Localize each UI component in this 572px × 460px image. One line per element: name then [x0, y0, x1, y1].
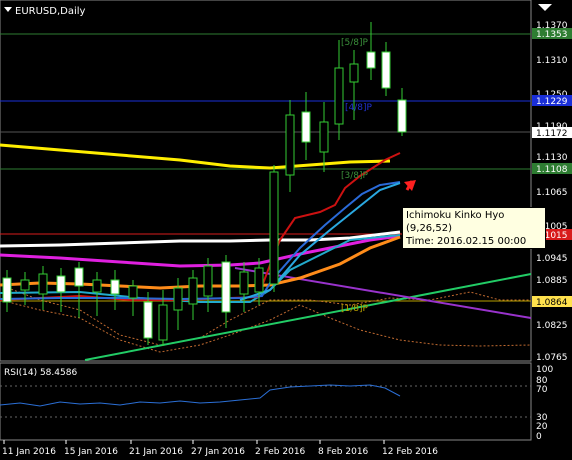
rsi-panel[interactable] [0, 362, 532, 441]
candle [110, 279, 120, 295]
price-axis: 1.1370 1.1310 1.1250 1.1190 1.1130 1.106… [536, 21, 568, 363]
candle [381, 51, 391, 89]
time-tick: 11 Jan 2016 [2, 447, 56, 457]
candle [38, 273, 48, 295]
candle [20, 279, 30, 291]
candle [56, 275, 66, 293]
time-tick: 27 Jan 2016 [191, 447, 245, 457]
price-badge-label: 1.1353 [536, 30, 568, 40]
price-badge-label: 1.1108 [536, 165, 568, 175]
rsi-axis: 100 80 70 30 20 0 [536, 365, 553, 442]
rsi-label: RSI(14) 58.4586 [4, 368, 77, 378]
candle [319, 121, 329, 153]
candle [285, 114, 295, 176]
price-tick: 1.0885 [536, 276, 568, 286]
candle [74, 267, 84, 287]
time-axis: 11 Jan 2016 15 Jan 2016 21 Jan 2016 27 J… [2, 440, 438, 457]
time-tick: 21 Jan 2016 [129, 447, 183, 457]
murrey-label: [1/8]P [341, 304, 369, 314]
rsi-tick: 100 [536, 365, 553, 375]
rsi-tick: 0 [536, 432, 542, 442]
murrey-label: [4/8]P [345, 103, 373, 113]
candle [203, 265, 213, 297]
price-badge-label: 1.0864 [536, 298, 568, 308]
price-tick: 1.1065 [536, 188, 568, 198]
candle [397, 99, 407, 133]
dropdown-triangle-icon[interactable] [538, 4, 552, 11]
price-tick: 1.1310 [536, 56, 568, 66]
candle [334, 67, 344, 125]
indicator-tooltip: Ichimoku Kinko Hyo (9,26,52) Time: 2016.… [402, 207, 546, 260]
candle [366, 51, 376, 69]
symbol-header[interactable]: EURUSD,Daily [4, 6, 86, 17]
main-chart-area[interactable] [0, 0, 532, 362]
candle [128, 285, 138, 299]
candle [254, 267, 264, 293]
candle [221, 261, 231, 313]
murrey-label: [5/8]P [341, 38, 369, 48]
candle [349, 63, 359, 83]
tooltip-time: Time: 2016.02.15 00:00 [406, 236, 527, 247]
rsi-tick: 70 [536, 385, 548, 395]
candle [92, 279, 102, 293]
time-tick: 2 Feb 2016 [255, 447, 306, 457]
symbol-title: EURUSD,Daily [15, 6, 86, 17]
rsi-tick: 20 [536, 422, 548, 432]
candle [158, 304, 168, 341]
candle [301, 111, 311, 143]
candle [188, 277, 198, 305]
time-tick: 8 Feb 2016 [318, 447, 369, 457]
candle [2, 277, 12, 303]
candle [173, 287, 183, 311]
chart-window[interactable]: [5/8]P [4/8]P [3/8]P [1/8]P EURUSD,Daily… [0, 0, 572, 460]
murrey-label: [3/8]P [341, 171, 369, 181]
candle [269, 171, 279, 285]
tooltip-value: Kijun-sen: 1.1076 [406, 249, 494, 260]
candle [143, 301, 153, 339]
price-badge-label: 1.1172 [536, 129, 568, 139]
price-tick: 1.0765 [536, 353, 568, 363]
price-badges: 1.1353 1.1229 1.1172 1.1108 1.1015 1.086… [532, 28, 572, 308]
time-tick: 12 Feb 2016 [382, 447, 438, 457]
price-tick: 1.1130 [536, 153, 568, 163]
tooltip-indicator-name: Ichimoku Kinko Hyo (9,26,52) [406, 210, 505, 234]
candle [239, 271, 249, 295]
price-tick: 1.0825 [536, 321, 568, 331]
price-badge-label: 1.1229 [536, 97, 568, 107]
time-tick: 15 Jan 2016 [64, 447, 118, 457]
